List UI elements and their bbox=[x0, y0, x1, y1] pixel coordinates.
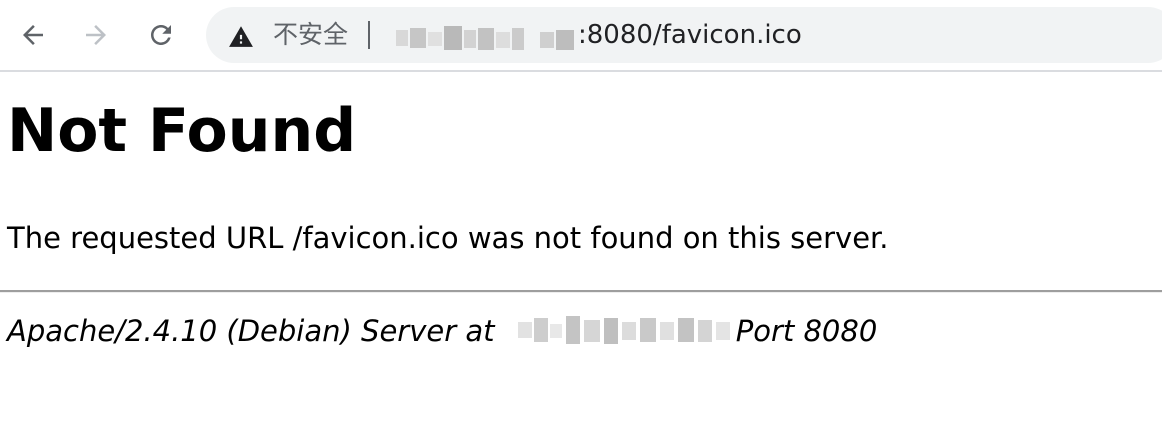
arrow-left-icon bbox=[23, 25, 43, 45]
security-status-label[interactable]: 不安全 bbox=[273, 19, 348, 51]
reload-button[interactable] bbox=[140, 14, 182, 56]
back-button[interactable] bbox=[12, 14, 54, 56]
url-divider bbox=[368, 21, 370, 49]
page-content: Not Found The requested URL /favicon.ico… bbox=[0, 90, 1162, 348]
server-host-redacted bbox=[504, 316, 736, 346]
server-signature: Apache/2.4.10 (Debian) Server at Port 80… bbox=[7, 311, 877, 351]
browser-toolbar: 不安全 :8080/favicon.ico bbox=[0, 0, 1162, 72]
warning-triangle-icon[interactable] bbox=[228, 24, 254, 48]
server-signature-port: Port 8080 bbox=[735, 314, 878, 348]
address-bar[interactable]: 不安全 :8080/favicon.ico bbox=[206, 7, 1162, 63]
page-title: Not Found bbox=[7, 96, 357, 166]
horizontal-rule bbox=[0, 290, 1162, 293]
arrow-right-icon bbox=[86, 25, 106, 45]
url-text[interactable]: :8080/favicon.ico bbox=[578, 19, 802, 51]
url-host-redacted bbox=[396, 26, 576, 52]
server-signature-prefix: Apache/2.4.10 (Debian) Server at bbox=[7, 314, 495, 348]
reload-icon bbox=[151, 25, 171, 45]
error-message: The requested URL /favicon.ico was not f… bbox=[7, 221, 889, 255]
forward-button[interactable] bbox=[75, 14, 117, 56]
